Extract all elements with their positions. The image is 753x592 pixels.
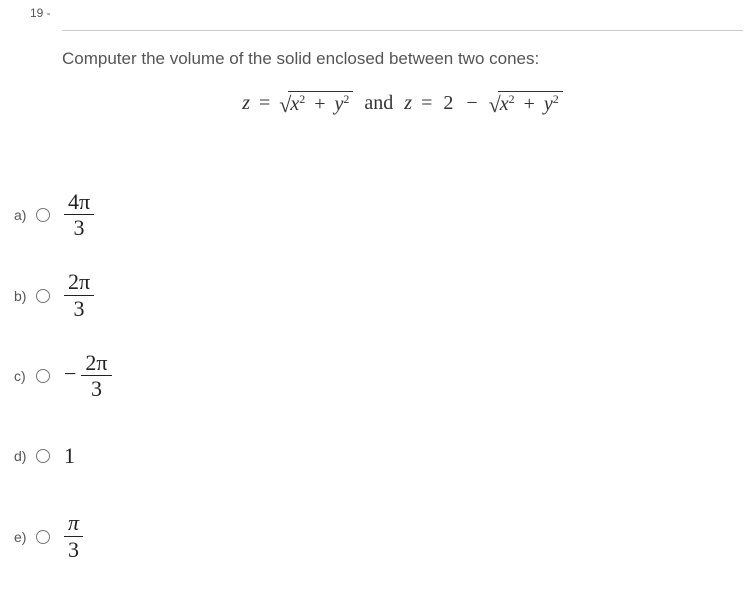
option-d-math: 1 [64,443,75,469]
question-prompt: Computer the volume of the solid enclose… [62,49,743,69]
frac-top: 4π [64,190,94,215]
option-label: b) [14,288,32,304]
option-a-radio[interactable] [36,208,50,222]
question-box: Computer the volume of the solid enclose… [62,30,743,148]
option-a-math: 4π3 [64,190,94,240]
option-b-math: 2π3 [64,270,94,320]
var-z: z [242,92,250,114]
option-d-radio[interactable] [36,449,50,463]
frac-bot: 3 [64,215,94,240]
plus-2: + [524,93,535,115]
radicand-1: x2 + y2 [288,91,353,116]
sqrt-2: √x2 + y2 [489,91,563,118]
y2v: y [544,93,553,115]
y1-exp: 2 [343,92,349,106]
question-number: 19 - [30,6,51,20]
frac-top: π [64,511,83,536]
formula: z = √x2 + y2 and z = 2 − √x2 + y2 [62,91,743,118]
option-d[interactable]: d) 1 [14,431,112,481]
frac-top: 2π [64,270,94,295]
var-z-2: z [404,92,412,114]
sqrt-1: √x2 + y2 [279,91,353,118]
y2-exp: 2 [553,92,559,106]
option-b[interactable]: b) 2π3 [14,270,112,320]
x2: x [500,93,509,115]
option-c-math: −2π3 [64,351,112,401]
x2-exp: 2 [509,92,515,106]
plus-1: + [314,93,325,115]
x1: x [290,93,299,115]
option-c[interactable]: c) −2π3 [14,351,112,401]
option-label: a) [14,207,32,223]
x1-exp: 2 [299,92,305,106]
frac-bot: 3 [81,376,111,401]
options-list: a) 4π3 b) 2π3 c) −2π3 d) 1 e) π3 [14,190,112,592]
option-e-math: π3 [64,511,83,561]
equals-1: = [259,92,270,114]
equals-2: = [421,92,432,114]
option-b-radio[interactable] [36,289,50,303]
frac-top: 2π [81,351,111,376]
option-e[interactable]: e) π3 [14,511,112,561]
option-label: e) [14,529,32,545]
option-a[interactable]: a) 4π3 [14,190,112,240]
option-e-radio[interactable] [36,530,50,544]
minus: − [466,92,477,114]
radicand-2: x2 + y2 [498,91,563,116]
frac-bot: 3 [64,296,94,321]
frac-bot: 3 [64,537,83,562]
negative-sign: − [64,361,76,386]
option-label: c) [14,368,32,384]
two: 2 [443,92,453,114]
and-text: and [364,92,398,114]
option-c-radio[interactable] [36,369,50,383]
option-label: d) [14,448,32,464]
